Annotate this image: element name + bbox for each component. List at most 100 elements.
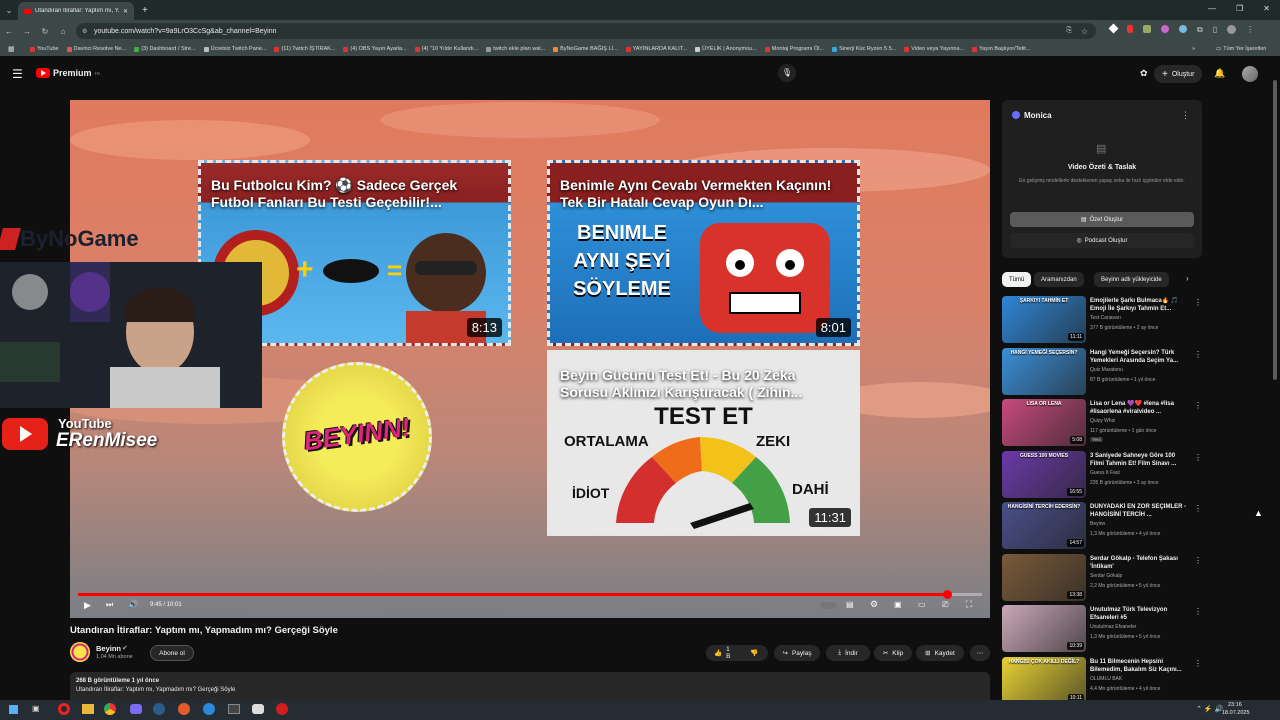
all-bookmarks-button[interactable]: ▭ Tüm Yer İşaretleri — [1216, 46, 1266, 52]
taskbar-app-edge[interactable] — [203, 703, 215, 715]
taskbar-date[interactable]: 18.07.2025 — [1222, 710, 1250, 716]
notifications-bell-icon[interactable]: 🔔 — [1214, 68, 1225, 79]
taskbar-time[interactable]: 23:16 — [1228, 702, 1242, 708]
clip-button[interactable]: ✂ Klip — [874, 645, 912, 661]
recommendation-item[interactable]: 10:39 Unutulmaz Türk Televizyon Efsaneler… — [1002, 605, 1202, 653]
taskbar-app-red[interactable] — [276, 703, 288, 715]
taskbar-app-chrome[interactable] — [104, 703, 116, 715]
recommendation-more-icon[interactable]: ⋮ — [1194, 607, 1202, 616]
bookmark-item[interactable]: (4) "10 Yıldır Kullandı... — [414, 46, 478, 52]
bookmark-item[interactable]: twitch ekle plan wal... — [486, 46, 545, 52]
extension-icon-2[interactable] — [1127, 25, 1133, 33]
recommendation-thumbnail[interactable]: HANGİSİNİ TERCİH EDERSİN? 14:57 — [1002, 502, 1086, 549]
taskbar-app-game[interactable] — [252, 704, 264, 714]
channel-name[interactable]: Beyinn — [96, 644, 121, 653]
settings-gear-icon[interactable]: ⚙ — [870, 599, 878, 610]
minimize-icon[interactable]: — — [1208, 4, 1216, 13]
bookmark-item[interactable]: Montaj Programı Öl... — [764, 46, 824, 52]
taskbar-app-opera[interactable] — [58, 703, 70, 715]
bookmark-star-icon[interactable]: ☆ — [1081, 27, 1088, 36]
start-menu-icon[interactable] — [9, 705, 18, 714]
page-scrollbar[interactable] — [1272, 60, 1278, 700]
maximize-icon[interactable]: ❐ — [1236, 4, 1243, 13]
play-icon[interactable]: ▶ — [84, 600, 91, 611]
extension-icon-5[interactable] — [1179, 25, 1187, 33]
channel-avatar[interactable] — [70, 642, 90, 662]
install-app-icon[interactable]: ⎘ — [1066, 27, 1072, 35]
bookmark-item[interactable]: Ücretsiz Twitch Pane... — [203, 46, 266, 52]
fullscreen-icon[interactable]: ⛶ — [966, 599, 972, 610]
recommendation-thumbnail[interactable]: GUESS 100 MOVIES 16:55 — [1002, 450, 1086, 498]
tab-close-icon[interactable]: ✕ — [123, 8, 128, 15]
tab-list-icon[interactable]: ⌄ — [0, 6, 18, 15]
more-actions-button[interactable]: ⋯ — [970, 645, 990, 661]
recommendation-thumbnail[interactable]: HANGİSİ ÇOK AKILLI DEĞİL? 10:11 — [1002, 656, 1086, 704]
bookmark-item[interactable]: (3) Dashboard / Stre... — [134, 46, 196, 52]
subtitles-icon[interactable]: ▤ — [846, 600, 854, 609]
bookmark-item[interactable]: (11) Twitch İŞTİRAK... — [274, 46, 335, 52]
hamburger-menu-icon[interactable]: ☰ — [12, 67, 23, 81]
back-icon[interactable]: ← — [0, 27, 18, 36]
system-tray-icons[interactable]: ⌃ ⚡ 🔊 — [1196, 705, 1223, 713]
recommendation-item[interactable]: HANGİSİ ÇOK AKILLI DEĞİL? 10:11 Bu 11 Bilm… — [1002, 656, 1202, 705]
extension-icon-1[interactable] — [1108, 23, 1119, 34]
account-avatar[interactable] — [1242, 66, 1258, 82]
volume-icon[interactable]: 🔊 — [128, 600, 138, 609]
chip-all[interactable]: Tümü — [1002, 272, 1032, 287]
apps-grid-icon[interactable]: ▦ — [8, 45, 15, 53]
taskbar-app-steam[interactable] — [153, 703, 165, 715]
share-button[interactable]: ↪ Paylaş — [774, 645, 820, 661]
extensions-puzzle-icon[interactable]: ⧉ — [1197, 25, 1203, 35]
profile-icon[interactable] — [1227, 25, 1237, 34]
bookmarks-overflow-icon[interactable]: » — [1192, 46, 1195, 52]
recommendation-more-icon[interactable]: ⋮ — [1194, 298, 1202, 307]
bookmark-item[interactable]: Yayın Başlıyor/Tetit... — [972, 46, 1030, 52]
subscribe-button[interactable]: Abone ol — [150, 645, 194, 661]
recommendation-more-icon[interactable]: ⋮ — [1194, 504, 1202, 513]
summary-create-button[interactable]: ▤ Özet Oluştur — [1010, 212, 1194, 227]
recommendation-more-icon[interactable]: ⋮ — [1194, 556, 1202, 565]
recommendation-more-icon[interactable]: ⋮ — [1194, 453, 1202, 462]
taskbar-app-obs[interactable] — [178, 703, 190, 715]
reload-icon[interactable]: ↻ — [36, 27, 54, 36]
browser-tab-active[interactable]: Utandıran İtiraflar: Yaptım mı, Y... ✕ — [18, 2, 134, 20]
recommendation-item[interactable]: ŞARKIYI TAHMİN ET 11:11 Emojilerle Şarkı B… — [1002, 296, 1202, 344]
extension-icon-3[interactable] — [1143, 25, 1151, 33]
recommendation-item[interactable]: LISA OR LENA 5:08 Lisa or Lena 💜❤️ #lena #… — [1002, 399, 1202, 447]
save-button[interactable]: ⊞ Kaydet — [916, 645, 964, 661]
close-window-icon[interactable]: ✕ — [1263, 4, 1270, 13]
task-view-icon[interactable]: ▣ — [32, 704, 40, 713]
recommendation-thumbnail[interactable]: LISA OR LENA 5:08 — [1002, 399, 1086, 446]
endscreen-video-3[interactable]: TEST ET ORTALAMA ZEKI İDİOT DAHİ Beyin G… — [547, 350, 860, 536]
like-button[interactable]: 👍 1 B — [706, 645, 740, 661]
chips-next-icon[interactable]: › — [1186, 274, 1189, 283]
extension-icon-4[interactable] — [1161, 25, 1169, 33]
bookmark-item[interactable]: YouTube — [30, 46, 59, 52]
recommendation-thumbnail[interactable]: ŞARKIYI TAHMİN ET 11:11 — [1002, 296, 1086, 343]
bookmark-item[interactable]: (4) OBS Yayın Ayarla... — [343, 46, 407, 52]
bookmark-item[interactable]: ByNoGame BAĞIŞ Lİ... — [553, 46, 618, 52]
recommendation-thumbnail[interactable]: 13:38 — [1002, 553, 1086, 601]
miniplayer-icon[interactable]: ▣ — [894, 600, 902, 609]
recommendation-item[interactable]: 13:38 Serdar Gökalp - Telefon Şakası 'İnt… — [1002, 553, 1202, 602]
recommendation-thumbnail[interactable]: HANGİ YEMEĞİ SEÇERSİN? — [1002, 347, 1086, 395]
youtube-premium-logo[interactable]: Premium TR — [36, 68, 100, 78]
download-button[interactable]: ⤓ İndir — [826, 645, 870, 661]
recommendation-item[interactable]: HANGİSİNİ TERCİH EDERSİN? 14:57 DÜNYADAKİ … — [1002, 502, 1202, 550]
browser-menu-icon[interactable]: ⋮ — [1246, 25, 1254, 35]
endscreen-channel-logo[interactable]: BEYINN! — [282, 362, 432, 512]
recommendation-more-icon[interactable]: ⋮ — [1194, 659, 1202, 668]
taskbar-app-discord[interactable] — [130, 704, 142, 714]
new-tab-button[interactable]: + — [142, 5, 148, 16]
taskbar-app-terminal[interactable] — [228, 704, 240, 714]
voice-search-icon[interactable]: 🎙 — [778, 64, 796, 82]
home-icon[interactable]: ⌂ — [54, 27, 72, 36]
bookmark-item[interactable]: ÜYELİK | Anonymou... — [695, 46, 757, 52]
cast-icon[interactable]: ⎚ — [942, 600, 948, 610]
theater-mode-icon[interactable]: ▭ — [918, 600, 926, 609]
recommendation-thumbnail[interactable]: 10:39 — [1002, 605, 1086, 652]
video-progress-bar[interactable] — [78, 590, 982, 599]
podcast-create-button[interactable]: ◎ Podcast Oluştur — [1010, 233, 1194, 248]
endscreen-video-2[interactable]: BENIMLE AYNI ŞEYİ SÖYLEME Benimle Aynı C… — [547, 160, 860, 346]
scrollbar-thumb[interactable] — [1273, 80, 1277, 380]
